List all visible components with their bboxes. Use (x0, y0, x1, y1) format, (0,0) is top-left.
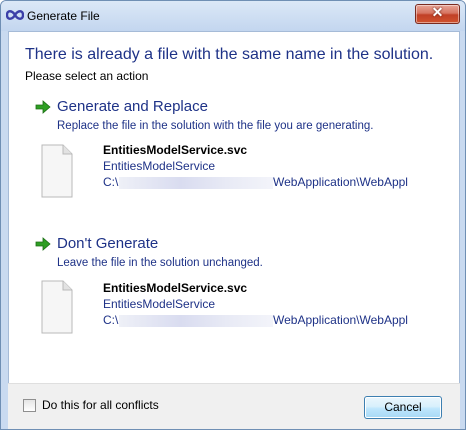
title-bar[interactable]: Generate File ✕ (1, 1, 465, 31)
file-path: C:\ WebApplication\WebAppl (103, 312, 459, 328)
generate-file-dialog: Generate File ✕ There is already a file … (0, 0, 466, 430)
path-tail: WebApplication\WebAppl (273, 175, 408, 189)
file-project: EntitiesModelService (103, 297, 216, 311)
option-description: Replace the file in the solution with th… (57, 120, 374, 132)
conflict-heading: There is already a file with the same na… (25, 46, 434, 63)
dialog-footer: Do this for all conflicts Cancel (8, 383, 460, 429)
blank-document-icon (41, 280, 73, 334)
window-title: Generate File (27, 9, 100, 23)
instruction-text: Please select an action (25, 69, 149, 83)
green-arrow-icon (35, 100, 51, 114)
option-description: Leave the file in the solution unchanged… (57, 257, 263, 269)
file-project: EntitiesModelService (103, 159, 216, 173)
dialog-content: There is already a file with the same na… (8, 31, 460, 384)
file-path: C:\ WebApplication\WebAppl (103, 174, 459, 190)
file-name: EntitiesModelService.svc (103, 281, 248, 295)
path-redacted (119, 314, 273, 327)
path-drive: C:\ (103, 313, 119, 327)
blank-document-icon (41, 144, 73, 198)
path-redacted (119, 176, 273, 189)
file-name: EntitiesModelService.svc (103, 143, 248, 157)
apply-to-all-row[interactable]: Do this for all conflicts (23, 398, 159, 412)
cancel-button[interactable]: Cancel (364, 396, 442, 419)
file-details: EntitiesModelService.svc EntitiesModelSe… (103, 142, 459, 190)
option-title[interactable]: Don't Generate (57, 235, 158, 252)
close-icon: ✕ (431, 4, 444, 20)
apply-to-all-label[interactable]: Do this for all conflicts (42, 398, 159, 412)
green-arrow-icon (35, 237, 51, 251)
close-button[interactable]: ✕ (415, 4, 460, 24)
file-details: EntitiesModelService.svc EntitiesModelSe… (103, 280, 459, 328)
path-drive: C:\ (103, 175, 119, 189)
apply-to-all-checkbox[interactable] (23, 398, 36, 412)
path-tail: WebApplication\WebAppl (273, 313, 408, 327)
option-title[interactable]: Generate and Replace (57, 98, 208, 115)
infinity-icon (6, 10, 24, 20)
